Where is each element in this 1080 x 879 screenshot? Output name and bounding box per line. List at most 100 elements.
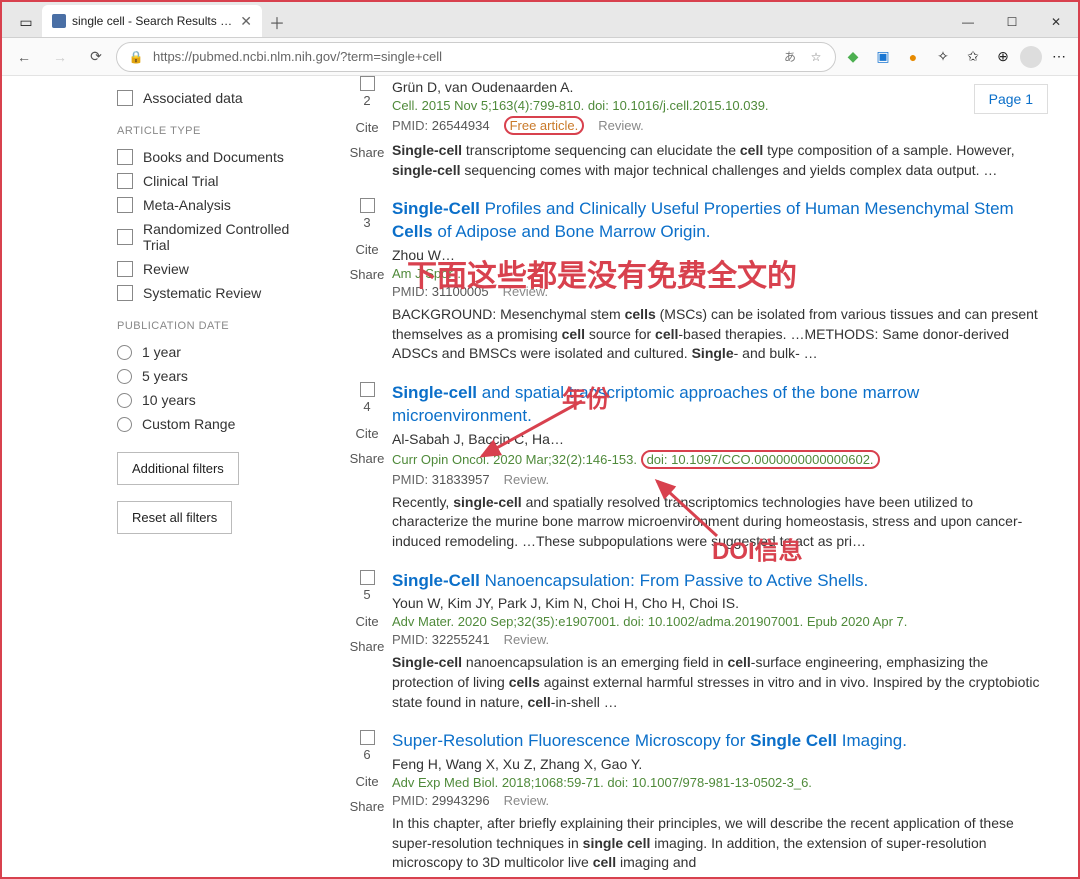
cite-button[interactable]: Cite — [342, 120, 392, 135]
cite-button[interactable]: Cite — [342, 614, 392, 629]
filter-article-type[interactable]: Review — [117, 257, 292, 281]
review-badge: Review. — [504, 472, 550, 487]
reset-filters-button[interactable]: Reset all filters — [117, 501, 232, 534]
cite-button[interactable]: Cite — [342, 774, 392, 789]
result-left-panel: 5 Cite Share — [342, 570, 392, 713]
filter-article-type[interactable]: Meta-Analysis — [117, 193, 292, 217]
checkbox-icon[interactable] — [117, 285, 133, 301]
review-badge: Review. — [598, 118, 644, 133]
checkbox-icon[interactable] — [117, 90, 133, 106]
new-tab-button[interactable]: ＋ — [262, 7, 292, 37]
result-snippet: Single-cell transcriptome sequencing can… — [392, 141, 1048, 180]
filter-associated-data[interactable]: Associated data — [117, 86, 292, 110]
result-checkbox[interactable] — [360, 730, 375, 745]
result-title[interactable]: Single-Cell Profiles and Clinically Usef… — [392, 198, 1048, 244]
search-result: 6 Cite Share Super-Resolution Fluorescence … — [342, 730, 1048, 873]
review-badge: Review. — [504, 793, 550, 808]
result-journal: Curr Opin Oncol. 2020 Mar;32(2):146-153.… — [392, 450, 1048, 469]
result-journal: Adv Exp Med Biol. 2018;1068:59-71. doi: … — [392, 775, 1048, 790]
result-authors: Feng H, Wang X, Xu Z, Zhang X, Gao Y. — [392, 756, 1048, 772]
result-body: Single-Cell Nanoencapsulation: From Pass… — [392, 570, 1048, 713]
extension-icon-3[interactable]: ● — [900, 44, 926, 70]
result-left-panel: 2 Cite Share — [342, 76, 392, 180]
result-checkbox[interactable] — [360, 198, 375, 213]
search-result: 2 Cite ShareGrün D, van Oudenaarden A.Cell… — [342, 76, 1048, 180]
result-title[interactable]: Super-Resolution Fluorescence Microscopy… — [392, 730, 1048, 753]
radio-icon[interactable] — [117, 345, 132, 360]
result-left-panel: 4CiteShare — [342, 382, 392, 552]
filter-pub-date[interactable]: 5 years — [117, 364, 292, 388]
close-window-button[interactable]: ✕ — [1034, 7, 1078, 37]
result-left-panel: 6 Cite Share — [342, 730, 392, 873]
favorite-icon[interactable]: ☆ — [807, 48, 825, 66]
filter-pub-date[interactable]: 1 year — [117, 340, 292, 364]
profile-icon[interactable] — [1020, 46, 1042, 68]
result-checkbox[interactable] — [360, 382, 375, 397]
result-number: 6 — [342, 747, 392, 762]
result-title[interactable]: Single-Cell Nanoencapsulation: From Pass… — [392, 570, 1048, 593]
share-button[interactable]: Share — [342, 267, 392, 282]
browser-tab[interactable]: single cell - Search Results - Pub ✕ — [42, 5, 262, 37]
menu-icon[interactable]: ⋯ — [1046, 44, 1072, 70]
filter-article-type[interactable]: Clinical Trial — [117, 169, 292, 193]
extensions-menu-icon[interactable]: ✧ — [930, 44, 956, 70]
radio-icon[interactable] — [117, 369, 132, 384]
result-meta: PMID: 29943296Review. — [392, 793, 1048, 808]
share-button[interactable]: Share — [342, 639, 392, 654]
result-snippet: Single-cell nanoencapsulation is an emer… — [392, 653, 1048, 712]
cite-button[interactable]: Cite — [342, 426, 392, 441]
filter-article-type[interactable]: Books and Documents — [117, 145, 292, 169]
result-body: Super-Resolution Fluorescence Microscopy… — [392, 730, 1048, 873]
result-meta: PMID: 31833957Review. — [392, 472, 1048, 487]
main-area: Associated data ARTICLE TYPE Books and D… — [2, 76, 1078, 877]
result-checkbox[interactable] — [360, 76, 375, 91]
result-number: 5 — [342, 587, 392, 602]
radio-icon[interactable] — [117, 393, 132, 408]
checkbox-icon[interactable] — [117, 149, 133, 165]
share-button[interactable]: Share — [342, 799, 392, 814]
result-left-panel: 3 Cite Share — [342, 198, 392, 364]
result-checkbox[interactable] — [360, 570, 375, 585]
cite-button[interactable]: Cite — [342, 242, 392, 257]
translate-icon[interactable]: あ — [781, 48, 799, 66]
filter-article-type[interactable]: Randomized Controlled Trial — [117, 217, 292, 257]
review-badge: Review. — [504, 632, 550, 647]
window-titlebar: ▭ single cell - Search Results - Pub ✕ ＋… — [2, 2, 1078, 38]
filter-pub-date[interactable]: 10 years — [117, 388, 292, 412]
url-box[interactable]: 🔒 https://pubmed.ncbi.nlm.nih.gov/?term=… — [116, 42, 836, 72]
filters-sidebar: Associated data ARTICLE TYPE Books and D… — [2, 76, 312, 877]
result-meta: PMID: 32255241Review. — [392, 632, 1048, 647]
result-number: 2 — [342, 93, 392, 108]
maximize-button[interactable]: ☐ — [990, 7, 1034, 37]
result-journal: Am J Spor… — [392, 266, 1048, 281]
result-title[interactable]: Single-cell and spatial transcriptomic a… — [392, 382, 1048, 428]
checkbox-icon[interactable] — [117, 197, 133, 213]
url-text: https://pubmed.ncbi.nlm.nih.gov/?term=si… — [153, 49, 773, 64]
minimize-button[interactable]: — — [946, 7, 990, 37]
result-authors: Al-Sabah J, Baccin C, Ha… — [392, 431, 1048, 447]
share-button[interactable]: Share — [342, 451, 392, 466]
review-badge: Review. — [503, 284, 549, 299]
tab-close-icon[interactable]: ✕ — [240, 13, 252, 30]
radio-icon[interactable] — [117, 417, 132, 432]
back-button[interactable]: ← — [8, 41, 40, 73]
result-body: Grün D, van Oudenaarden A.Cell. 2015 Nov… — [392, 76, 1048, 180]
collections-icon[interactable]: ⊕ — [990, 44, 1016, 70]
filter-pub-date[interactable]: Custom Range — [117, 412, 292, 436]
filter-article-type[interactable]: Systematic Review — [117, 281, 292, 305]
additional-filters-button[interactable]: Additional filters — [117, 452, 239, 485]
checkbox-icon[interactable] — [117, 173, 133, 189]
tab-actions-icon[interactable]: ▭ — [10, 7, 42, 37]
share-button[interactable]: Share — [342, 145, 392, 160]
extension-icon-2[interactable]: ▣ — [870, 44, 896, 70]
result-body: Single-Cell Profiles and Clinically Usef… — [392, 198, 1048, 364]
result-number: 3 — [342, 215, 392, 230]
refresh-button[interactable]: ⟳ — [80, 41, 112, 73]
checkbox-icon[interactable] — [117, 229, 133, 245]
pub-date-heading: PUBLICATION DATE — [117, 320, 292, 332]
address-bar: ← → ⟳ 🔒 https://pubmed.ncbi.nlm.nih.gov/… — [2, 38, 1078, 76]
checkbox-icon[interactable] — [117, 261, 133, 277]
extension-icon-1[interactable]: ◆ — [840, 44, 866, 70]
favorites-icon[interactable]: ✩ — [960, 44, 986, 70]
result-snippet: In this chapter, after briefly explainin… — [392, 814, 1048, 873]
